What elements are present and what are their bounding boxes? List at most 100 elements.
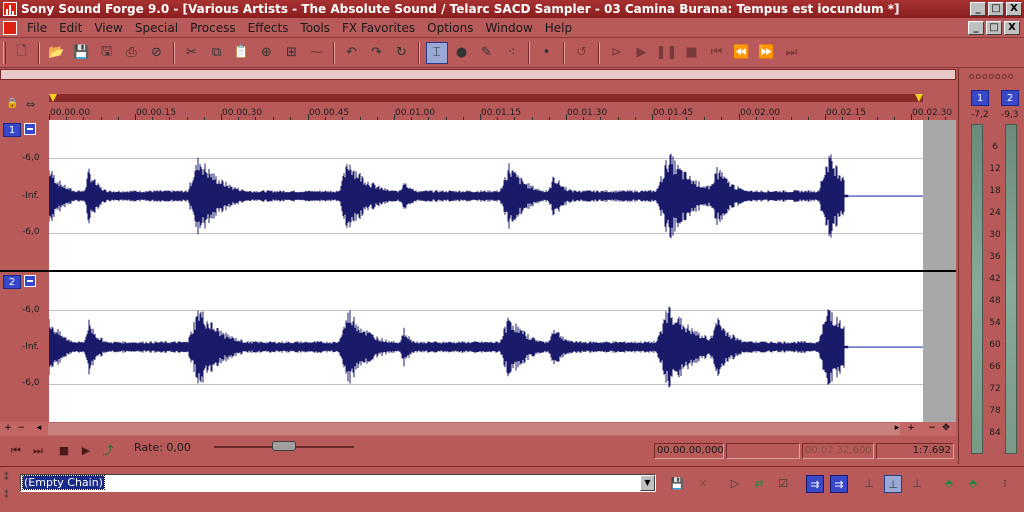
scroll-right-icon[interactable]: ▸: [891, 423, 903, 435]
toolbar-grip[interactable]: [3, 41, 6, 64]
go-to-end-icon[interactable]: ⏭: [781, 42, 803, 64]
print-icon[interactable]: ⎙: [121, 42, 143, 64]
cursor-position[interactable]: 00.00.00,000: [654, 443, 724, 459]
plugin-chain-select[interactable]: (Empty Chain): [20, 474, 656, 492]
save-as-icon[interactable]: 🖫: [96, 42, 118, 64]
zoom-ratio[interactable]: 1:7.692: [876, 443, 954, 459]
doc-minimize-button[interactable]: _: [968, 21, 984, 35]
minimize-button[interactable]: _: [970, 2, 986, 16]
menu-options[interactable]: Options: [421, 21, 479, 35]
menu-help[interactable]: Help: [539, 21, 578, 35]
play-icon[interactable]: ▶: [631, 42, 653, 64]
sound-forge-app-icon[interactable]: [3, 2, 17, 16]
automation-latch-icon[interactable]: ⊥: [884, 475, 902, 493]
preview-chain-icon[interactable]: ▷: [726, 475, 744, 493]
menu-effects[interactable]: Effects: [242, 21, 295, 35]
meter-dots[interactable]: ooooooo: [969, 72, 1015, 82]
end-marker[interactable]: [915, 94, 923, 102]
loop-icon[interactable]: ↺: [571, 42, 593, 64]
meter-channel-2[interactable]: 2: [1001, 90, 1019, 106]
waveform-area[interactable]: [49, 120, 923, 270]
stop-icon[interactable]: ■: [681, 42, 703, 64]
file-length[interactable]: 00.02.32,600: [802, 443, 874, 459]
play-looped-icon[interactable]: ⤴: [100, 443, 116, 459]
move-left-icon[interactable]: ⇉: [806, 475, 824, 493]
edit-tool-icon[interactable]: ⌶: [425, 41, 448, 64]
menu-tools[interactable]: Tools: [294, 21, 336, 35]
meter-channel-1[interactable]: 1: [971, 90, 989, 106]
doc-close-button[interactable]: X: [1004, 21, 1020, 35]
menu-window[interactable]: Window: [479, 21, 538, 35]
selection-bar[interactable]: [49, 94, 923, 102]
ruler-ticks[interactable]: 00.00.00 00.00.15 00.00.30 00.00.45 00.01.00…: [49, 102, 956, 120]
envelope-left-icon[interactable]: ⬘: [940, 475, 958, 493]
zoom-out-icon[interactable]: −: [926, 423, 938, 435]
channel-number-badge[interactable]: 1: [3, 123, 21, 137]
copy-icon[interactable]: ⧉: [206, 42, 228, 64]
menu-special[interactable]: Special: [129, 21, 184, 35]
menu-fx-favorites[interactable]: FX Favorites: [336, 21, 421, 35]
envelope-tool-icon[interactable]: ⁖: [501, 42, 523, 64]
peak-value-2[interactable]: -9,3: [1001, 110, 1019, 120]
automation-touch-icon[interactable]: ⊥: [908, 475, 926, 493]
save-icon[interactable]: 💾: [71, 42, 93, 64]
menu-view[interactable]: View: [88, 21, 128, 35]
paste-special-icon[interactable]: ⊕: [256, 42, 278, 64]
minimize-channel-button[interactable]: [24, 275, 36, 287]
channel-1[interactable]: 1 -6,0 -Inf. -6,0: [0, 120, 956, 270]
scroll-left-icon[interactable]: ◂: [33, 423, 45, 435]
redo-icon[interactable]: ↷: [366, 42, 388, 64]
go-to-start-icon[interactable]: ⏮: [706, 42, 728, 64]
waveform-area[interactable]: [49, 272, 923, 422]
zoom-out-level-icon[interactable]: −: [15, 423, 27, 435]
play-all-icon[interactable]: ⊳: [606, 42, 628, 64]
automation-off-icon[interactable]: ⊥: [860, 475, 878, 493]
process-chain-icon[interactable]: ☑: [774, 475, 792, 493]
lock-icon[interactable]: 🔒: [6, 98, 18, 109]
channel-2[interactable]: 2 -6,0 -Inf. -6,0: [0, 272, 956, 422]
overview-bar[interactable]: [0, 69, 956, 80]
chevron-down-icon[interactable]: ▼: [640, 475, 655, 491]
minimize-channel-button[interactable]: [24, 123, 36, 135]
play-icon[interactable]: ▶: [78, 443, 94, 459]
menu-process[interactable]: Process: [184, 21, 242, 35]
cut-icon[interactable]: ✂: [181, 42, 203, 64]
trim-icon[interactable]: ⁓: [306, 42, 328, 64]
menu-file[interactable]: File: [21, 21, 53, 35]
peak-value-1[interactable]: -7,2: [971, 110, 989, 120]
pencil-tool-icon[interactable]: ✎: [476, 42, 498, 64]
envelope-right-icon[interactable]: ⬘: [964, 475, 982, 493]
move-right-icon[interactable]: ⇉: [830, 475, 848, 493]
close-button[interactable]: X: [1006, 2, 1022, 16]
document-icon[interactable]: [3, 20, 17, 35]
open-folder-icon[interactable]: 📂: [46, 42, 68, 64]
snap-icon[interactable]: ⇔: [26, 98, 35, 111]
forward-icon[interactable]: ⏩: [756, 42, 778, 64]
rate-slider-thumb[interactable]: [272, 441, 296, 451]
doc-restore-button[interactable]: □: [986, 21, 1002, 35]
zoom-in-level-icon[interactable]: +: [2, 423, 14, 435]
mix-icon[interactable]: ⊞: [281, 42, 303, 64]
properties-icon[interactable]: ⊘: [146, 42, 168, 64]
chain-grip-icon[interactable]: ⁑ ⁑: [4, 473, 10, 507]
go-to-start-icon[interactable]: ⏮: [8, 443, 24, 459]
repeat-icon[interactable]: ↻: [391, 42, 413, 64]
zoom-fit-icon[interactable]: ✥: [940, 423, 952, 435]
start-marker[interactable]: [49, 94, 57, 102]
paste-icon[interactable]: 📋: [231, 42, 253, 64]
rewind-icon[interactable]: ⏪: [731, 42, 753, 64]
maximize-button[interactable]: □: [988, 2, 1004, 16]
undo-icon[interactable]: ↶: [341, 42, 363, 64]
save-chain-icon[interactable]: 💾: [668, 475, 686, 493]
horizontal-scrollbar[interactable]: [48, 423, 900, 435]
channel-number-badge[interactable]: 2: [3, 275, 21, 289]
stop-icon[interactable]: ■: [56, 443, 72, 459]
pause-icon[interactable]: ❚❚: [656, 42, 678, 64]
selection-length[interactable]: [726, 443, 800, 459]
remove-chain-icon[interactable]: ✕: [694, 475, 712, 493]
magnify-tool-icon[interactable]: ●: [451, 42, 473, 64]
zoom-in-icon[interactable]: +: [905, 423, 917, 435]
menu-edit[interactable]: Edit: [53, 21, 88, 35]
new-file-icon[interactable]: 🗋: [11, 42, 33, 64]
more-options-icon[interactable]: ⁝: [996, 475, 1014, 493]
